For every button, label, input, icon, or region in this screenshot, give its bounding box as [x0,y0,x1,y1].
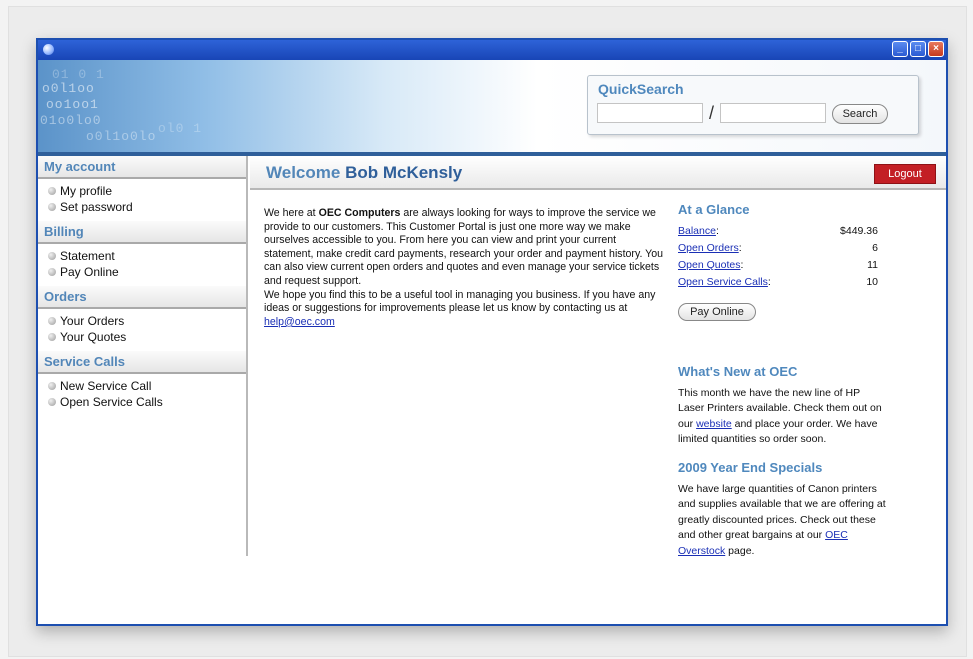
open-orders-link[interactable]: Open Orders [678,242,739,254]
close-icon[interactable]: × [928,41,944,57]
open-quotes-link[interactable]: Open Quotes [678,259,740,271]
sidebar-item-label: Open Service Calls [60,395,163,409]
glance-row-open-quotes: Open Quotes: 11 [678,257,878,274]
pay-online-button[interactable]: Pay Online [678,303,756,321]
maximize-icon[interactable]: □ [910,41,926,57]
bullet-icon [48,398,56,406]
sidebar-item-label: Pay Online [60,265,119,279]
open-service-calls-link[interactable]: Open Service Calls [678,276,768,288]
sidebar-item-your-quotes[interactable]: Your Quotes [48,329,246,345]
search-input-1[interactable] [597,103,703,123]
logout-button[interactable]: Logout [874,164,936,184]
header-banner: 01 0 1 o0l1oo oo1oo1 01o0lo0 o0l1o0lo ol… [38,60,946,152]
sidebar-item-label: My profile [60,184,113,198]
at-a-glance-panel: At a Glance Balance: $449.36 Open Orders… [678,202,878,321]
email-link[interactable]: help@oec.com [264,316,335,328]
main-content: Welcome Bob McKensly Logout We here at O… [250,156,946,624]
glance-row-open-orders: Open Orders: 6 [678,240,878,257]
sidebar-item-label: Set password [60,200,133,214]
browser-window: _ □ × 01 0 1 o0l1oo oo1oo1 01o0lo0 o0l1o… [36,38,948,626]
sidebar-item-open-service-calls[interactable]: Open Service Calls [48,394,246,410]
at-a-glance-title: At a Glance [678,202,750,217]
sidebar-item-your-orders[interactable]: Your Orders [48,313,246,329]
sidebar-item-pay-online[interactable]: Pay Online [48,264,246,280]
sidebar-item-label: Your Orders [60,314,125,328]
specials-text-end: page. [725,544,755,557]
welcome-bar: Welcome Bob McKensly Logout [250,156,946,190]
search-button[interactable]: Search [832,104,888,124]
bullet-icon [48,333,56,341]
glance-row-balance: Balance: $449.36 [678,223,878,240]
glance-row-open-service-calls: Open Service Calls: 10 [678,274,878,291]
bullet-icon [48,187,56,195]
specials-text: We have large quantities of Canon printe… [678,482,886,542]
window-controls: _ □ × [892,41,944,57]
welcome-prefix: Welcome [266,163,341,182]
whats-new-title: What's New at OEC [678,364,798,379]
quick-search-title: QuickSearch [598,81,684,97]
intro-text: We here at OEC Computers are always look… [264,207,666,329]
sidebar-item-label: Statement [60,249,115,263]
whats-new-panel: What's New at OEC This month we have the… [678,364,888,448]
sidebar-item-statement[interactable]: Statement [48,248,246,264]
sidebar-heading-my-account: My account [38,156,246,179]
open-quotes-value: 11 [867,259,878,271]
bullet-icon [48,203,56,211]
sidebar-heading-service-calls: Service Calls [38,351,246,374]
app-icon [43,44,54,55]
open-service-calls-value: 10 [866,276,878,288]
open-orders-value: 6 [872,242,878,254]
intro-text-start: We here at [264,207,319,219]
bullet-icon [48,252,56,260]
binary-art-decoration: 01 0 1 o0l1oo oo1oo1 01o0lo0 o0l1o0lo ol… [40,67,203,144]
company-name: OEC Computers [318,207,401,219]
sidebar-item-my-profile[interactable]: My profile [48,183,246,199]
sidebar-item-label: New Service Call [60,379,152,393]
minimize-icon[interactable]: _ [892,41,908,57]
website-link[interactable]: website [696,418,732,430]
balance-value: $449.36 [840,225,878,237]
sidebar-item-set-password[interactable]: Set password [48,199,246,215]
bullet-icon [48,317,56,325]
bullet-icon [48,382,56,390]
sidebar-item-new-service-call[interactable]: New Service Call [48,378,246,394]
user-name: Bob McKensly [345,163,463,182]
search-input-2[interactable] [720,103,826,123]
sidebar-heading-orders: Orders [38,286,246,309]
balance-link[interactable]: Balance [678,225,716,237]
intro-text-second: We hope you find this to be a useful too… [264,288,656,315]
page-title: Welcome Bob McKensly [266,163,462,183]
specials-panel: 2009 Year End Specials We have large qua… [678,460,888,559]
title-bar: _ □ × [38,40,946,60]
bullet-icon [48,268,56,276]
specials-title: 2009 Year End Specials [678,460,823,475]
search-separator: / [709,103,715,123]
sidebar-item-label: Your Quotes [60,330,127,344]
sidebar: My account My profile Set password Billi… [38,156,248,556]
sidebar-heading-billing: Billing [38,221,246,244]
quick-search-panel: QuickSearch / Search [587,75,919,135]
